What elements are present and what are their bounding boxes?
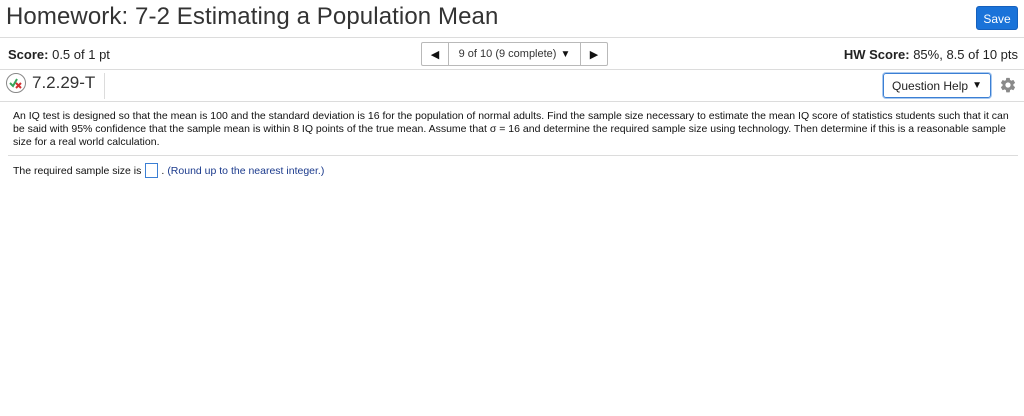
save-button[interactable]: Save (976, 6, 1018, 30)
answer-period: . (161, 164, 165, 177)
answer-row: The required sample size is . (Round up … (13, 163, 324, 178)
next-question-button[interactable]: ▶ (581, 43, 607, 65)
nav-progress-text: 9 of 10 (9 complete) (458, 48, 557, 60)
question-help-button[interactable]: Question Help ▼ (883, 73, 991, 98)
question-id-divider (104, 73, 105, 99)
answer-hint: (Round up to the nearest integer.) (167, 164, 325, 177)
question-body-divider (8, 155, 1018, 156)
sample-size-input[interactable] (145, 163, 159, 178)
triangle-right-icon: ▶ (589, 48, 599, 61)
question-navigator: ◀ 9 of 10 (9 complete) ▼ ▶ (421, 42, 608, 66)
question-id-row: 7.2.29-T (6, 73, 95, 93)
hw-score-value: 85%, 8.5 of 10 pts (913, 47, 1018, 62)
question-text: An IQ test is designed so that the mean … (13, 110, 1009, 148)
hw-score-label: HW Score: (843, 47, 910, 62)
question-header-divider (0, 101, 1024, 102)
score-display: Score: 0.5 of 1 pt (8, 47, 110, 62)
triangle-left-icon: ◀ (430, 48, 440, 61)
page-title: Homework: 7-2 Estimating a Population Me… (6, 3, 499, 30)
header-divider (0, 37, 1024, 38)
question-id: 7.2.29-T (32, 73, 96, 92)
score-value: 0.5 of 1 pt (52, 47, 110, 62)
previous-question-button[interactable]: ◀ (422, 43, 448, 65)
triangle-down-icon: ▼ (972, 80, 982, 91)
gear-icon[interactable] (999, 76, 1017, 94)
status-divider (0, 69, 1024, 70)
question-selector-dropdown[interactable]: 9 of 10 (9 complete) ▼ (448, 43, 581, 65)
answer-prefix: The required sample size is (13, 164, 142, 177)
hw-score-display: HW Score: 85%, 8.5 of 10 pts (844, 47, 1018, 62)
partial-credit-icon (6, 73, 26, 93)
score-label: Score: (8, 47, 49, 62)
triangle-down-icon: ▼ (560, 48, 571, 60)
question-help-label: Question Help (892, 78, 969, 93)
